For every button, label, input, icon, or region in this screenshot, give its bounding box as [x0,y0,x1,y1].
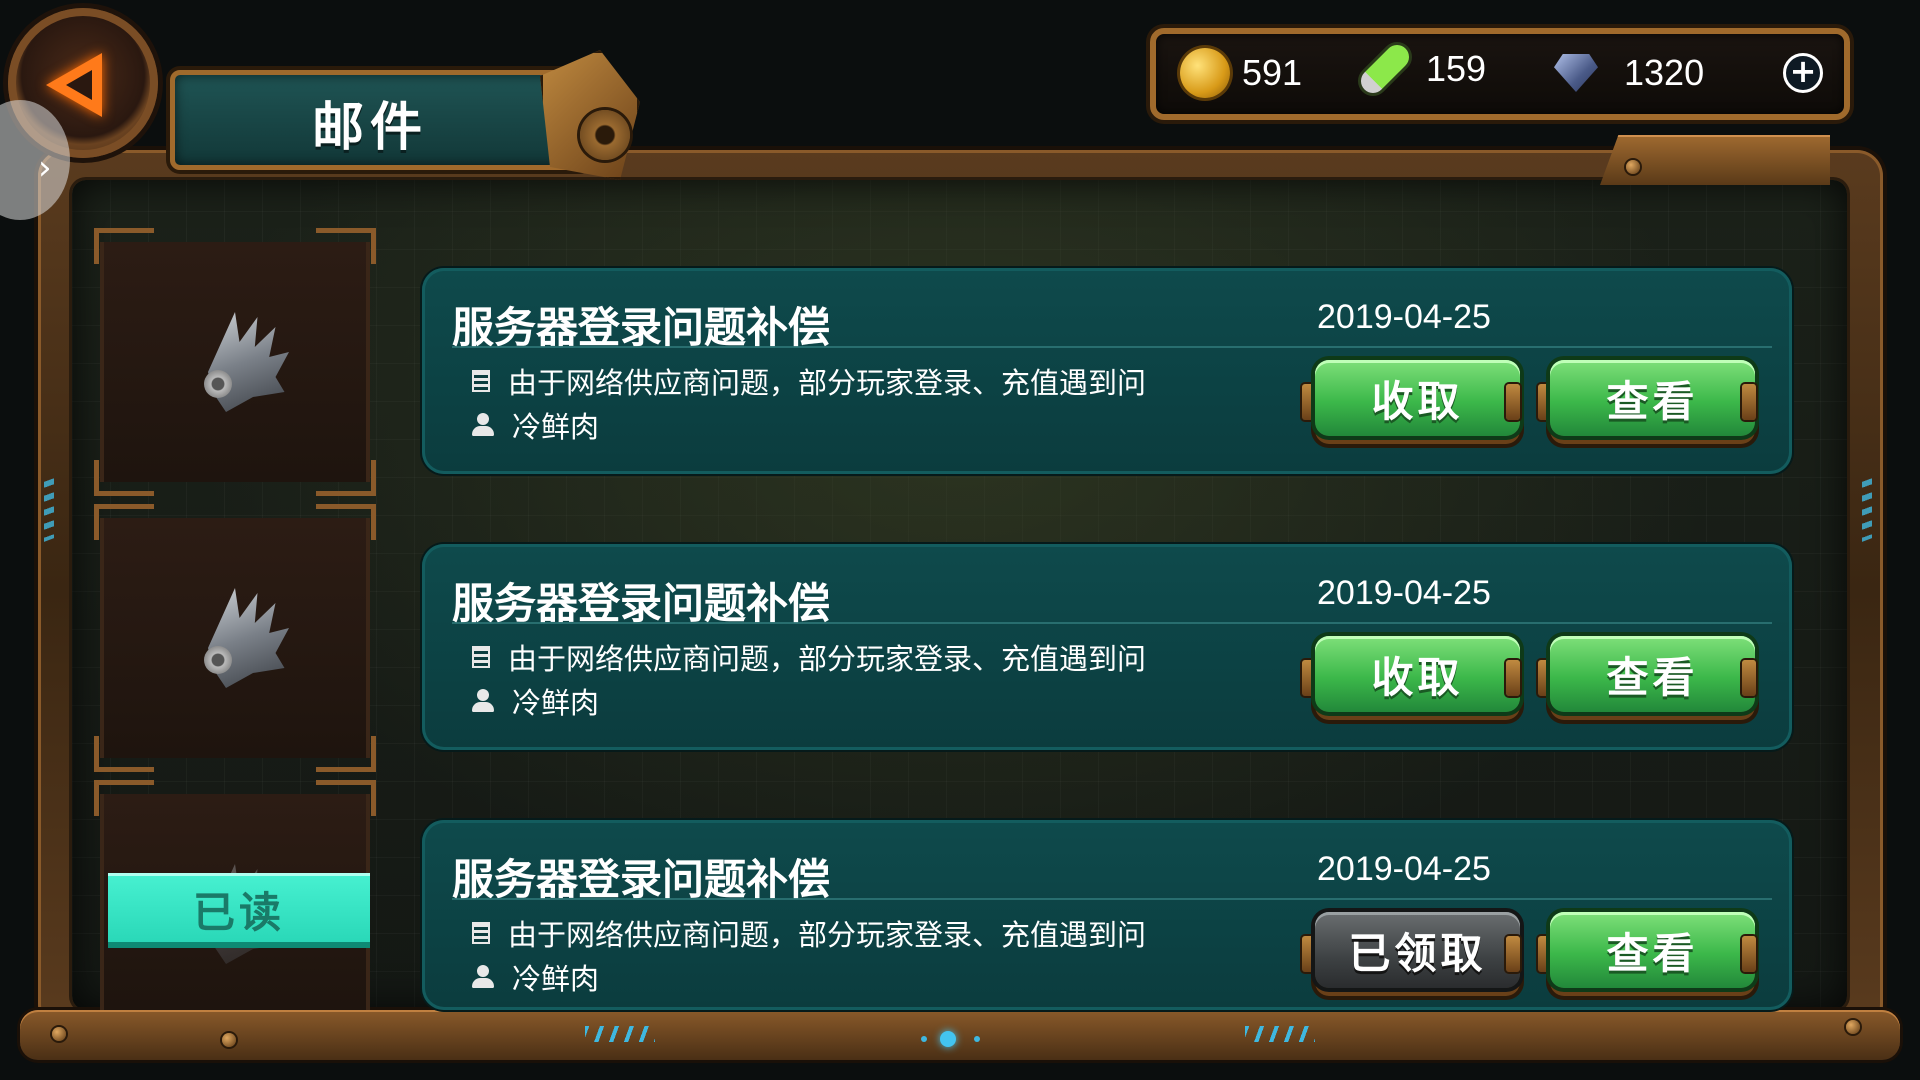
slot-corner [316,228,376,264]
claim-button[interactable]: 收取 [1315,360,1520,436]
page-indicator-deco-left [585,1026,655,1042]
side-light-left [44,478,54,542]
mail-preview: 由于网络供应商问题，部分玩家登录、充值遇到问 [508,918,1147,952]
mail-date: 2019-04-25 [1317,574,1491,612]
divider [452,898,1772,900]
frame-bottom-bar [20,1010,1900,1060]
mail-item[interactable]: 服务器登录问题补偿 2019-04-25 由于网络供应商问题，部分玩家登录、充值… [422,268,1792,474]
view-button[interactable]: 查看 [1550,636,1755,712]
read-status-badge: 已读 [108,873,370,948]
button-cap [1742,660,1756,696]
mail-preview-row: 由于网络供应商问题，部分玩家登录、充值遇到问 [472,360,1146,402]
mail-sender: 冷鲜肉 [512,410,600,444]
rivet-icon [1846,1020,1860,1034]
mail-sender-row: 冷鲜肉 [472,680,599,722]
gear-icon [580,110,630,160]
document-icon [472,370,490,392]
slot-corner [94,504,154,540]
mail-sender: 冷鲜肉 [512,962,600,996]
diamond-icon [1554,54,1598,92]
claimed-button[interactable]: 已领取 [1315,912,1520,988]
button-cap [1506,384,1520,420]
slot-corner [94,460,154,496]
mail-sender-row: 冷鲜肉 [472,956,599,998]
page-dot[interactable] [974,1036,980,1042]
user-icon [472,689,494,713]
document-icon [472,922,490,944]
mail-preview-row: 由于网络供应商问题，部分玩家登录、充值遇到问 [472,912,1146,954]
rivet-icon [222,1033,236,1047]
slot-corner [94,780,154,816]
rivet-icon [1626,160,1640,174]
coin-icon [1180,48,1230,98]
page-indicator-deco-right [1245,1026,1315,1042]
diamond-count: 1320 [1624,52,1705,93]
add-currency-button[interactable]: + [1783,53,1823,93]
coin-count: 591 [1242,52,1303,93]
page-dot[interactable] [921,1036,927,1042]
slot-corner [316,504,376,540]
button-cap [1506,936,1520,972]
mail-preview: 由于网络供应商问题，部分玩家登录、充值遇到问 [508,366,1147,400]
currency-diamonds: 1320 [1554,52,1704,94]
button-cap [1302,660,1316,696]
chevron-right-icon[interactable]: › [38,148,52,188]
claim-button[interactable]: 收取 [1315,636,1520,712]
read-status-label: 已读 [192,887,285,937]
rivet-icon [52,1027,66,1041]
slot-corner [316,780,376,816]
currency-energy: 159 [1356,40,1487,98]
wing-hub [204,370,232,398]
user-icon [472,965,494,989]
button-cap [1302,384,1316,420]
button-cap [1742,384,1756,420]
slot-corner [94,228,154,264]
user-icon [472,413,494,437]
button-cap [1742,936,1756,972]
slot-corner [316,460,376,496]
side-light-right [1862,478,1872,542]
back-arrow-icon-inner [66,70,92,100]
divider [452,622,1772,624]
view-button[interactable]: 查看 [1550,360,1755,436]
document-icon [472,646,490,668]
view-button[interactable]: 查看 [1550,912,1755,988]
energy-vial-icon [1356,40,1414,98]
wing-hub [204,646,232,674]
mail-attachment-slot[interactable] [94,504,376,772]
mail-preview: 由于网络供应商问题，部分玩家登录、充值遇到问 [508,642,1147,676]
mail-date: 2019-04-25 [1317,298,1491,336]
slot-corner [316,736,376,772]
mail-attachment-slot[interactable] [94,228,376,496]
mail-item[interactable]: 服务器登录问题补偿 2019-04-25 由于网络供应商问题，部分玩家登录、充值… [422,820,1792,1010]
button-cap [1302,936,1316,972]
page-title: 邮件 [311,98,428,158]
currency-coins: 591 [1180,48,1302,98]
page-dot-active[interactable] [940,1031,956,1047]
mail-preview-row: 由于网络供应商问题，部分玩家登录、充值遇到问 [472,636,1146,678]
divider [452,346,1772,348]
mail-date: 2019-04-25 [1317,850,1491,888]
mail-sender: 冷鲜肉 [512,686,600,720]
mail-sender-row: 冷鲜肉 [472,404,599,446]
mail-item[interactable]: 服务器登录问题补偿 2019-04-25 由于网络供应商问题，部分玩家登录、充值… [422,544,1792,750]
energy-count: 159 [1426,48,1487,89]
button-cap [1506,660,1520,696]
slot-corner [94,736,154,772]
